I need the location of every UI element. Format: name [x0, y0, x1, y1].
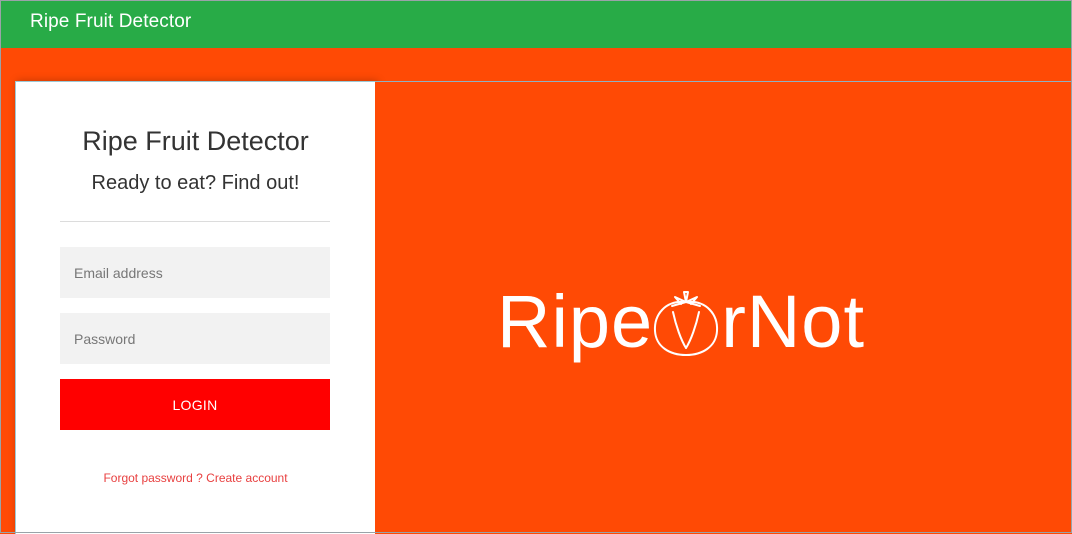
- account-links: Forgot password ? Create account: [16, 471, 375, 485]
- login-subtitle: Ready to eat? Find out!: [91, 172, 300, 194]
- divider: [60, 221, 330, 222]
- header-strip: [1, 48, 1071, 81]
- tomato-icon: [654, 291, 719, 356]
- create-account-link[interactable]: Create account: [206, 471, 287, 485]
- hero-banner: Ripe rNot: [375, 81, 1071, 534]
- login-panel: Ripe Fruit Detector Ready to eat? Find o…: [15, 81, 376, 534]
- login-button[interactable]: LOGIN: [60, 379, 330, 430]
- ripeornot-logo: Ripe rNot: [497, 276, 865, 366]
- login-title: Ripe Fruit Detector: [82, 126, 309, 156]
- logo-text-end: rNot: [721, 279, 866, 363]
- email-field[interactable]: [60, 247, 330, 298]
- forgot-password-link[interactable]: Forgot password ?: [103, 471, 202, 485]
- navbar-brand[interactable]: Ripe Fruit Detector: [30, 11, 191, 33]
- password-field[interactable]: [60, 313, 330, 364]
- logo-text-start: Ripe: [497, 279, 654, 363]
- top-navbar: Ripe Fruit Detector: [1, 1, 1071, 48]
